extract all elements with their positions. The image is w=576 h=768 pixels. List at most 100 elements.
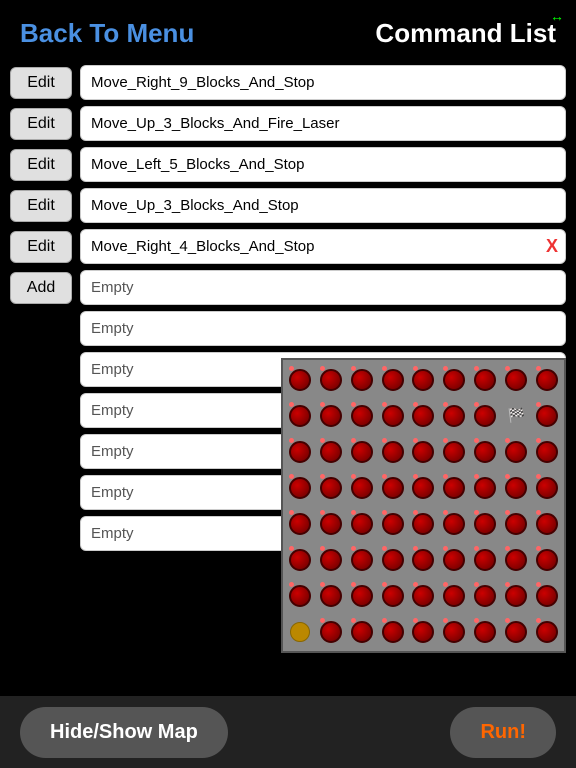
map-cell-0-1	[316, 362, 346, 397]
map-cell-7-1	[316, 614, 346, 649]
map-cell-2-0	[285, 434, 315, 469]
bomb-icon	[505, 585, 527, 607]
edit-button-4[interactable]: Edit	[10, 190, 72, 222]
bomb-icon	[382, 441, 404, 463]
map-cell-7-3	[378, 614, 408, 649]
bomb-icon	[412, 441, 434, 463]
map-cell-7-6	[470, 614, 500, 649]
bomb-icon	[382, 549, 404, 571]
map-cell-4-1	[316, 506, 346, 541]
page-title: Command List	[375, 18, 556, 49]
bomb-icon	[443, 513, 465, 535]
bomb-icon	[505, 621, 527, 643]
bomb-icon	[536, 441, 558, 463]
bomb-icon	[320, 441, 342, 463]
bomb-icon	[474, 585, 496, 607]
hide-show-map-button[interactable]: Hide/Show Map	[20, 707, 228, 758]
bomb-icon	[443, 405, 465, 427]
map-cell-3-7	[501, 470, 531, 505]
command-input-1[interactable]	[80, 65, 566, 100]
map-cell-5-1	[316, 542, 346, 577]
command-row: Empty	[10, 311, 566, 346]
edit-button-1[interactable]: Edit	[10, 67, 72, 99]
map-cell-7-0	[285, 614, 315, 649]
bomb-icon	[536, 405, 558, 427]
empty-slot-7: Empty	[80, 311, 566, 346]
add-button[interactable]: Add	[10, 272, 72, 304]
bomb-icon	[351, 549, 373, 571]
bomb-icon	[320, 369, 342, 391]
map-cell-4-0	[285, 506, 315, 541]
bomb-icon	[474, 513, 496, 535]
map-cell-3-8	[532, 470, 562, 505]
bomb-icon	[474, 369, 496, 391]
map-cell-0-5	[439, 362, 469, 397]
bottom-bar: Hide/Show Map Run!	[0, 696, 576, 768]
bomb-icon	[412, 405, 434, 427]
map-cell-0-3	[378, 362, 408, 397]
map-cell-7-4	[409, 614, 439, 649]
edit-button-5[interactable]: Edit	[10, 231, 72, 263]
map-cell-1-5	[439, 398, 469, 433]
bomb-icon	[320, 405, 342, 427]
bomb-icon	[382, 477, 404, 499]
bomb-icon	[382, 513, 404, 535]
run-button[interactable]: Run!	[450, 707, 556, 758]
bomb-icon	[289, 585, 311, 607]
bomb-icon	[382, 405, 404, 427]
bomb-icon	[289, 369, 311, 391]
bomb-icon	[289, 477, 311, 499]
bomb-icon	[443, 621, 465, 643]
bomb-icon	[320, 513, 342, 535]
map-cell-2-8	[532, 434, 562, 469]
command-input-5[interactable]	[80, 229, 566, 264]
map-cell-6-6	[470, 578, 500, 613]
bomb-icon	[536, 513, 558, 535]
map-cell-5-6	[470, 542, 500, 577]
bomb-icon	[382, 369, 404, 391]
bomb-icon	[351, 513, 373, 535]
map-cell-4-5	[439, 506, 469, 541]
bomb-icon	[505, 369, 527, 391]
back-button[interactable]: Back To Menu	[20, 18, 194, 49]
bomb-icon	[536, 621, 558, 643]
bomb-icon	[351, 585, 373, 607]
map-cell-2-4	[409, 434, 439, 469]
map-cell-0-7	[501, 362, 531, 397]
map-cell-3-4	[409, 470, 439, 505]
command-input-3[interactable]	[80, 147, 566, 182]
bomb-icon	[412, 513, 434, 535]
robot-icon	[290, 622, 310, 642]
bomb-icon	[443, 585, 465, 607]
command-row: Edit	[10, 147, 566, 182]
edit-button-2[interactable]: Edit	[10, 108, 72, 140]
map-cell-1-2	[347, 398, 377, 433]
map-cell-4-8	[532, 506, 562, 541]
map-cell-2-6	[470, 434, 500, 469]
empty-slot-6: Empty	[80, 270, 566, 305]
map-cell-6-2	[347, 578, 377, 613]
bomb-icon	[505, 549, 527, 571]
command-row: Edit X	[10, 229, 566, 264]
command-input-2[interactable]	[80, 106, 566, 141]
delete-command-button-5[interactable]: X	[546, 236, 558, 257]
map-cell-3-2	[347, 470, 377, 505]
edit-button-3[interactable]: Edit	[10, 149, 72, 181]
command-row: Edit	[10, 65, 566, 100]
bomb-icon	[382, 621, 404, 643]
bomb-icon	[412, 477, 434, 499]
map-cell-7-7	[501, 614, 531, 649]
map-cell-2-2	[347, 434, 377, 469]
map-cell-6-4	[409, 578, 439, 613]
map-cell-1-7: 🏁	[501, 398, 531, 433]
command-row: AddEmpty	[10, 270, 566, 305]
bomb-icon	[536, 477, 558, 499]
map-cell-6-1	[316, 578, 346, 613]
map-cell-3-1	[316, 470, 346, 505]
bomb-icon	[351, 477, 373, 499]
map-cell-7-5	[439, 614, 469, 649]
map-cell-5-8	[532, 542, 562, 577]
bomb-icon	[412, 549, 434, 571]
bomb-icon	[320, 477, 342, 499]
command-input-4[interactable]	[80, 188, 566, 223]
